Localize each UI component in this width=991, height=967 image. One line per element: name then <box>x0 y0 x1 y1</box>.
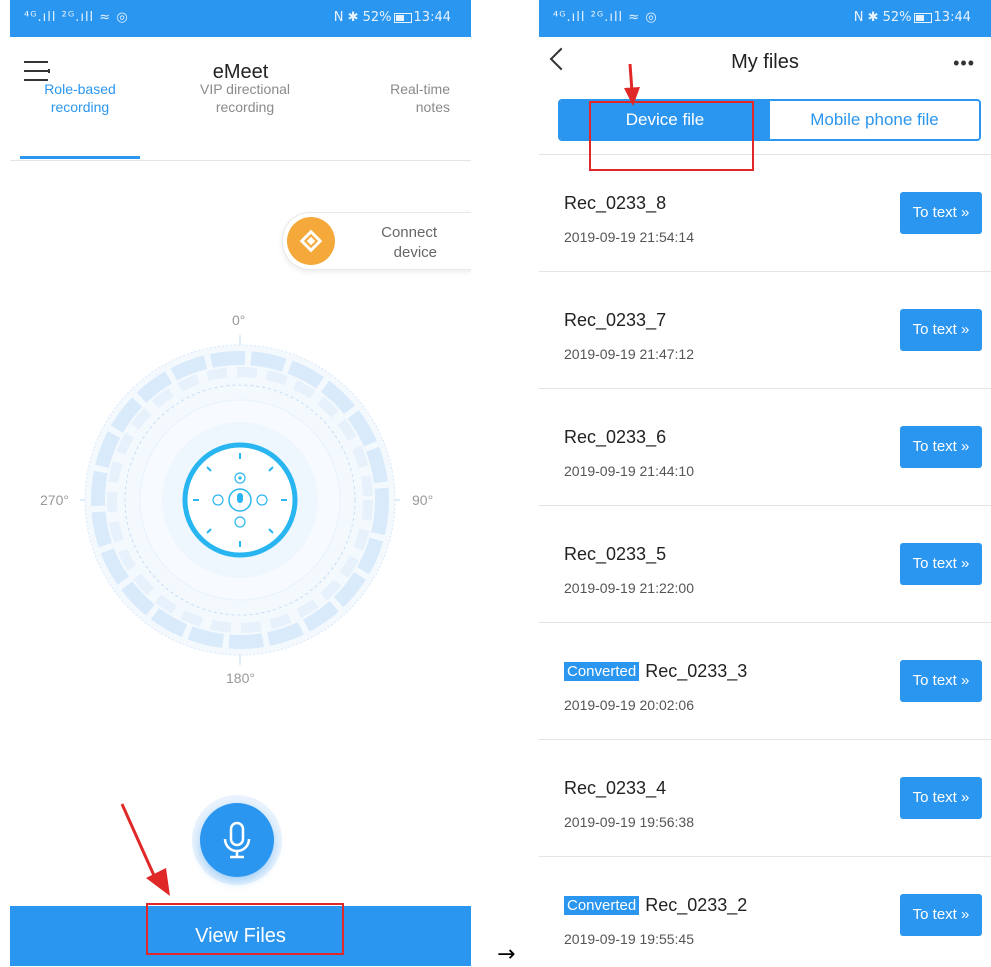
tab-vip-directional-recording[interactable]: VIP directional recording <box>170 80 320 116</box>
connect-label-line: device <box>393 244 437 261</box>
file-name: Converted Rec_0233_2 <box>564 895 747 916</box>
file-name-text: Rec_0233_8 <box>564 193 667 213</box>
tab-label: notes <box>415 99 450 115</box>
file-date: 2019-09-19 21:22:00 <box>564 580 694 596</box>
file-name: Rec_0233_8 <box>564 193 666 214</box>
list-item[interactable]: Rec_0233_4 2019-09-19 19:56:38 To text » <box>539 740 991 857</box>
list-item[interactable]: Rec_0233_7 2019-09-19 21:47:12 To text » <box>539 272 991 389</box>
file-list: Rec_0233_8 2019-09-19 21:54:14 To text »… <box>539 154 991 966</box>
to-text-button[interactable]: To text » <box>900 309 982 351</box>
tab-label: recording <box>215 99 275 115</box>
battery-icon <box>913 12 932 23</box>
status-time: 13:44 <box>413 10 451 25</box>
file-date: 2019-09-19 19:56:38 <box>564 814 694 830</box>
tab-role-based-recording[interactable]: Role-based recording <box>20 80 140 159</box>
file-name-text: Rec_0233_7 <box>564 310 667 330</box>
status-indicators: N ✱ 52% <box>333 10 392 25</box>
annotation-arrow-icon <box>120 803 170 896</box>
radar-graphic <box>80 335 400 665</box>
degree-label-0: 0° <box>232 312 246 328</box>
status-bar: ⁴ᴳ.ıll ²ᴳ.ıll ≈ ◎ N ✱ 52% 13:44 <box>539 0 991 37</box>
signal-icons: ⁴ᴳ.ıll ²ᴳ.ıll ≈ ◎ <box>553 10 658 25</box>
file-name: Rec_0233_5 <box>564 544 666 565</box>
file-date: 2019-09-19 21:54:14 <box>564 229 694 245</box>
mode-tabs: Role-based recording VIP directional rec… <box>10 80 471 161</box>
record-button[interactable] <box>192 795 282 885</box>
status-right: N ✱ 52% 13:44 <box>334 10 451 25</box>
list-item[interactable]: Rec_0233_5 2019-09-19 21:22:00 To text » <box>539 506 991 623</box>
file-name-text: Rec_0233_6 <box>564 427 667 447</box>
file-date: 2019-09-19 19:55:45 <box>564 931 694 947</box>
to-text-button[interactable]: To text » <box>900 543 982 585</box>
status-right: N ✱ 52% 13:44 <box>854 10 971 25</box>
connect-label-line: Connect <box>381 224 437 241</box>
file-name: Converted Rec_0233_3 <box>564 661 747 682</box>
to-text-button[interactable]: To text » <box>900 660 982 702</box>
emeet-home-screen: ⁴ᴳ.ıll ²ᴳ.ıll ≈ ◎ N ✱ 52% 13:44 eMeet Rol… <box>10 0 471 966</box>
microphone-icon <box>223 821 251 859</box>
highlight-box-view-files <box>146 903 344 955</box>
tab-label: VIP directional <box>199 81 290 97</box>
direction-radar: 0° 90° 180° 270° <box>40 300 433 700</box>
file-name: Rec_0233_7 <box>564 310 666 331</box>
degree-label-180: 180° <box>226 670 255 686</box>
file-name: Rec_0233_6 <box>564 427 666 448</box>
file-name-text: Rec_0233_3 <box>645 661 748 681</box>
file-name-text: Rec_0233_5 <box>564 544 667 564</box>
signal-icons: ⁴ᴳ.ıll ²ᴳ.ıll ≈ ◎ <box>24 10 129 25</box>
page-title: My files <box>731 51 799 73</box>
degree-label-90: 90° <box>412 492 434 508</box>
to-text-button[interactable]: To text » <box>900 426 982 468</box>
file-name-text: Rec_0233_2 <box>645 895 748 915</box>
annotation-arrow-icon <box>624 63 640 106</box>
highlight-box-device-file <box>589 101 754 171</box>
device-icon <box>287 217 335 265</box>
tab-mobile-phone-file[interactable]: Mobile phone file <box>770 101 979 139</box>
status-bar: ⁴ᴳ.ıll ²ᴳ.ıll ≈ ◎ N ✱ 52% 13:44 <box>10 0 471 37</box>
record-button-core <box>200 803 274 877</box>
list-item[interactable]: Converted Rec_0233_3 2019-09-19 20:02:06 … <box>539 623 991 740</box>
file-date: 2019-09-19 21:44:10 <box>564 463 694 479</box>
file-date: 2019-09-19 20:02:06 <box>564 697 694 713</box>
connect-device-button[interactable]: Connect device <box>282 212 471 270</box>
connect-device-label: Connect device <box>347 223 437 263</box>
file-name-text: Rec_0233_4 <box>564 778 667 798</box>
status-time: 13:44 <box>933 10 971 25</box>
tab-real-time-notes[interactable]: Real-time notes <box>350 80 450 116</box>
converted-badge: Converted <box>564 896 640 915</box>
tab-label: recording <box>50 99 110 115</box>
file-date: 2019-09-19 21:47:12 <box>564 346 694 362</box>
flow-arrow: → <box>497 942 516 967</box>
list-item[interactable]: Rec_0233_8 2019-09-19 21:54:14 To text » <box>539 155 991 272</box>
list-item[interactable]: Rec_0233_6 2019-09-19 21:44:10 To text » <box>539 389 991 506</box>
file-name: Rec_0233_4 <box>564 778 666 799</box>
degree-label-270: 270° <box>40 492 69 508</box>
converted-badge: Converted <box>564 662 640 681</box>
tab-label: Real-time <box>390 81 450 97</box>
list-item[interactable]: Converted Rec_0233_2 2019-09-19 19:55:45 … <box>539 857 991 966</box>
more-icon[interactable]: ••• <box>953 53 975 74</box>
to-text-button[interactable]: To text » <box>900 777 982 819</box>
to-text-button[interactable]: To text » <box>900 192 982 234</box>
status-indicators: N ✱ 52% <box>853 10 912 25</box>
page-header: My files ••• <box>539 37 991 89</box>
to-text-button[interactable]: To text » <box>900 894 982 936</box>
tab-label: Role-based <box>44 81 116 97</box>
battery-icon <box>393 12 412 23</box>
